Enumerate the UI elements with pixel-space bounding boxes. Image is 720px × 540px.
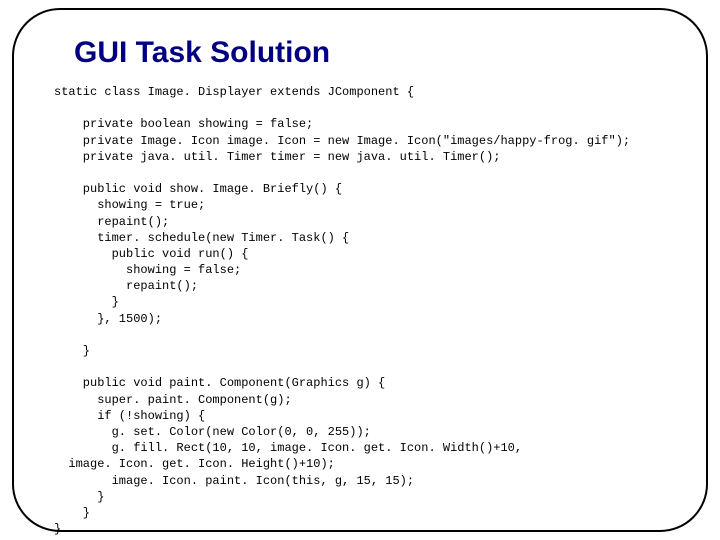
slide-frame: GUI Task Solution static class Image. Di…	[12, 8, 708, 532]
slide-title: GUI Task Solution	[74, 36, 666, 70]
code-block: static class Image. Displayer extends JC…	[54, 84, 666, 537]
slide: GUI Task Solution static class Image. Di…	[0, 0, 720, 540]
